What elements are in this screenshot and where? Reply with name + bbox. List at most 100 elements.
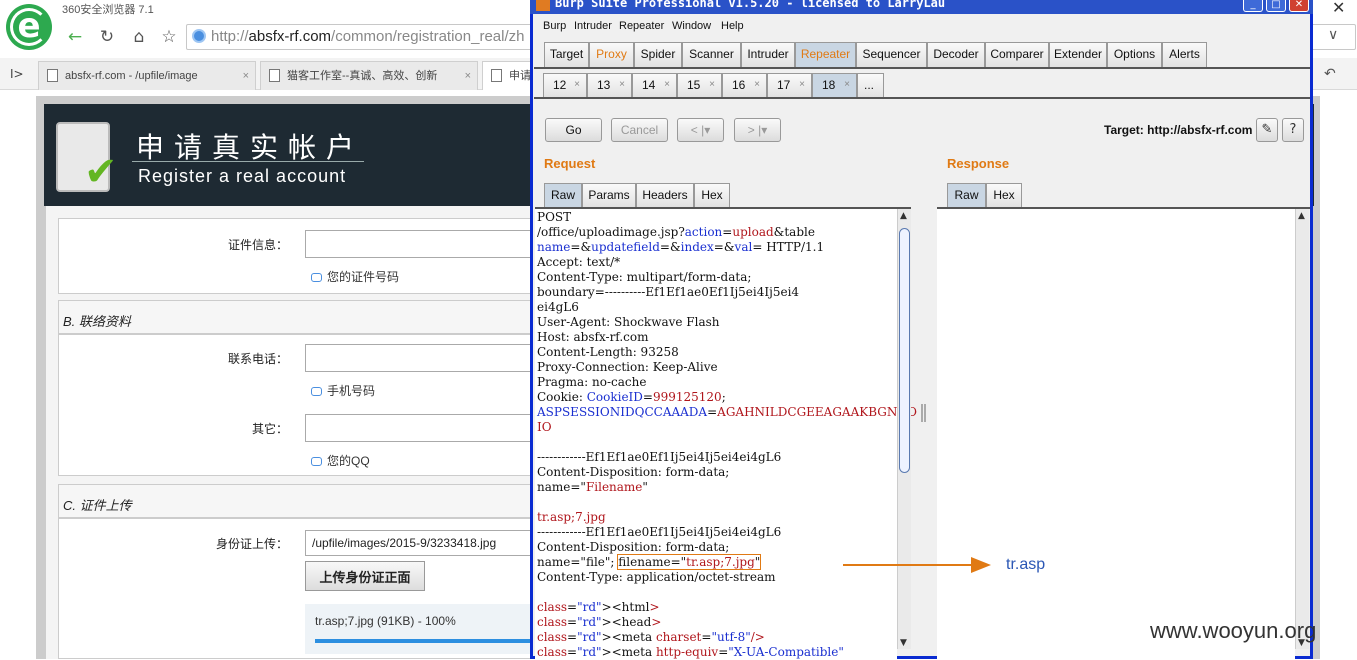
repeater-tab-14[interactable]: 14 × <box>632 73 677 97</box>
go-button[interactable]: Go <box>545 118 602 142</box>
tab-decoder[interactable]: Decoder <box>927 42 985 67</box>
cancel-button[interactable]: Cancel <box>611 118 668 142</box>
request-tab-hex[interactable]: Hex <box>694 183 730 207</box>
phone-input[interactable] <box>305 344 545 372</box>
help-icon[interactable]: ? <box>1282 118 1304 142</box>
browser-name: 360安全浏览器 7.1 <box>62 4 154 16</box>
repeater-tab-16[interactable]: 16 × <box>722 73 767 97</box>
request-raw-text[interactable]: POST/office/uploadimage.jsp?action=uploa… <box>537 210 917 660</box>
tab-close-icon[interactable]: × <box>709 74 715 96</box>
restore-tab-icon[interactable]: ↶ <box>1324 66 1336 82</box>
tab-close-icon[interactable]: × <box>243 62 249 90</box>
tab-close-icon[interactable]: × <box>754 74 760 96</box>
repeater-tab-new[interactable]: ... <box>857 73 884 97</box>
tab-intruder[interactable]: Intruder <box>741 42 795 67</box>
page-scrollbar[interactable] <box>1338 96 1357 659</box>
back-button[interactable]: ← <box>62 24 88 50</box>
response-editor[interactable] <box>937 209 1295 659</box>
tab-close-icon[interactable]: × <box>844 74 850 96</box>
response-tab-hex[interactable]: Hex <box>986 183 1022 207</box>
history-forward-button[interactable]: > |▾ <box>734 118 781 142</box>
tab-divider <box>534 67 1310 69</box>
upload-progress-text: tr.asp;7.jpg (91KB) - 100% <box>315 614 456 628</box>
request-tab-raw[interactable]: Raw <box>544 183 582 207</box>
scroll-up-icon[interactable]: ▲ <box>900 211 907 221</box>
menu-repeater[interactable]: Repeater <box>619 20 664 32</box>
tab-spider[interactable]: Spider <box>634 42 682 67</box>
response-tab-raw[interactable]: Raw <box>947 183 986 207</box>
request-line: ei4gL6 <box>537 300 579 314</box>
request-line <box>537 435 917 450</box>
tab-target[interactable]: Target <box>544 42 589 67</box>
repeater-tab-18[interactable]: 18 × <box>812 73 857 97</box>
menu-window[interactable]: Window <box>672 20 711 32</box>
request-line: name=&updatefield=&index=&val= HTTP/1.1 <box>537 240 825 254</box>
request-tab-headers[interactable]: Headers <box>636 183 694 207</box>
tab-repeater[interactable]: Repeater <box>795 42 856 67</box>
qq-input[interactable] <box>305 414 545 442</box>
upload-id-front-button[interactable]: 上传身份证正面 <box>305 561 425 591</box>
request-scroll-thumb[interactable] <box>899 228 910 473</box>
banner-title-cn: 申请真实帐户 <box>136 131 365 164</box>
tab-sequencer[interactable]: Sequencer <box>856 42 927 67</box>
repeater-tab-12[interactable]: 12 × <box>543 73 587 97</box>
burp-title: Burp Suite Professional v1.5.20 - licens… <box>555 0 946 10</box>
favorite-button[interactable]: ☆ <box>156 24 182 50</box>
home-button[interactable]: ⌂ <box>126 24 152 50</box>
request-tab-params[interactable]: Params <box>582 183 636 207</box>
request-line: class="rd"><meta http-equiv="X-UA-Compat… <box>537 645 844 659</box>
close-button[interactable]: ✕ <box>1289 0 1309 12</box>
response-scrollbar[interactable] <box>1295 209 1309 649</box>
qq-hint: 您的QQ <box>311 452 370 469</box>
address-dropdown-icon[interactable]: ∨ <box>1328 27 1338 43</box>
tab-extender[interactable]: Extender <box>1049 42 1107 67</box>
maximize-button[interactable]: □ <box>1266 0 1286 12</box>
phone-hint: 手机号码 <box>311 382 375 399</box>
browser-tab[interactable]: absfx-rf.com - /upfile/image × <box>38 61 256 90</box>
tab-close-icon[interactable]: × <box>574 74 580 96</box>
target-label: Target: http://absfx-rf.com <box>1104 123 1253 137</box>
menu-help[interactable]: Help <box>721 20 744 32</box>
scroll-up-icon[interactable]: ▲ <box>1298 211 1305 221</box>
banner-divider <box>132 161 364 162</box>
upload-path-input[interactable]: /upfile/images/2015-9/3233418.jpg <box>305 530 545 556</box>
tab-options[interactable]: Options <box>1107 42 1162 67</box>
menu-intruder[interactable]: Intruder <box>574 20 612 32</box>
browser-tab[interactable]: 猫客工作室--真诚、高效、创新 × <box>260 61 478 90</box>
request-line: Content-Length: 93258 <box>537 345 679 359</box>
tab-close-icon[interactable]: × <box>619 74 625 96</box>
request-line: Host: absfx-rf.com <box>537 330 649 344</box>
request-line: Proxy-Connection: Keep-Alive <box>537 360 718 374</box>
scroll-down-icon[interactable]: ▼ <box>900 638 907 648</box>
request-line: tr.asp;7.jpg <box>537 510 606 524</box>
sidebar-toggle-icon[interactable]: I> <box>10 67 24 81</box>
reload-button[interactable]: ↻ <box>94 24 120 50</box>
tab-comparer[interactable]: Comparer <box>985 42 1049 67</box>
page-icon <box>47 69 58 82</box>
minimize-button[interactable]: _ <box>1243 0 1263 12</box>
id-hint: 您的证件号码 <box>311 268 399 285</box>
repeater-tab-13[interactable]: 13 × <box>587 73 632 97</box>
browser-close-button[interactable]: ✕ <box>1332 0 1345 17</box>
repeater-tab-17[interactable]: 17 × <box>767 73 812 97</box>
tab-close-icon[interactable]: × <box>465 62 471 90</box>
request-line: ------------Ef1Ef1ae0Ef1Ij5ei4Ij5ei4ei4g… <box>537 525 782 539</box>
id-number-input[interactable] <box>305 230 545 258</box>
pane-splitter-handle[interactable] <box>921 404 926 422</box>
history-back-button[interactable]: < |▾ <box>677 118 724 142</box>
hint-icon <box>311 387 322 396</box>
menu-burp[interactable]: Burp <box>543 20 566 32</box>
edit-target-icon[interactable]: ✎ <box>1256 118 1278 142</box>
hint-icon <box>311 273 322 282</box>
repeater-tab-divider <box>534 97 1310 99</box>
repeater-tab-15[interactable]: 15 × <box>677 73 722 97</box>
tab-close-icon[interactable]: × <box>799 74 805 96</box>
tab-close-icon[interactable]: × <box>664 74 670 96</box>
request-line: class="rd"><head> <box>537 615 662 629</box>
tab-scanner[interactable]: Scanner <box>682 42 741 67</box>
request-line <box>537 495 917 510</box>
address-text[interactable]: http://absfx-rf.com/common/registration_… <box>211 28 524 45</box>
request-line: boundary=----------Ef1Ef1ae0Ef1Ij5ei4Ij5… <box>537 285 800 299</box>
tab-proxy[interactable]: Proxy <box>589 42 634 67</box>
tab-alerts[interactable]: Alerts <box>1162 42 1207 67</box>
